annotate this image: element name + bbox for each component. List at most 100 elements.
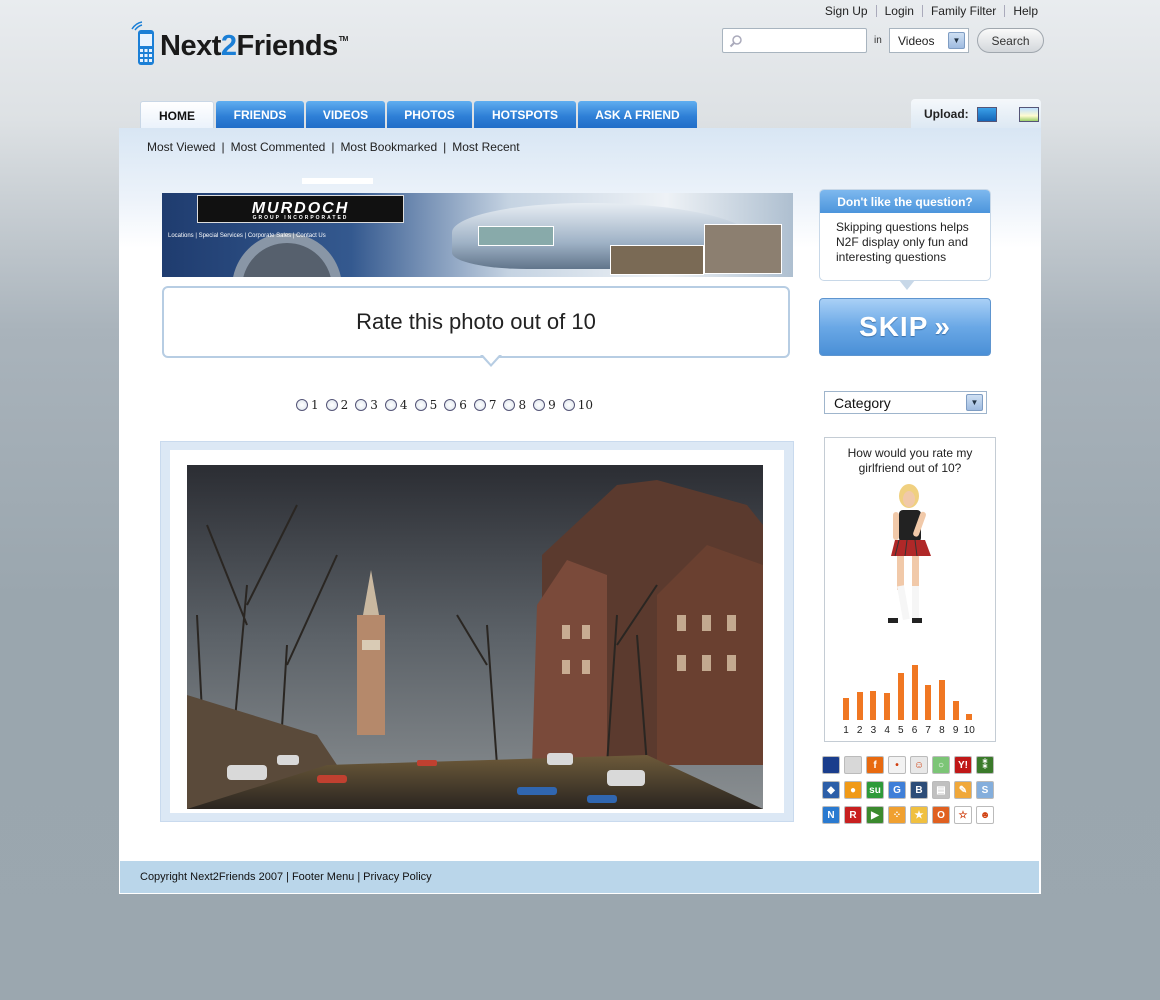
furl-icon[interactable]: f [866,756,884,774]
footer-menu-link[interactable]: Footer Menu [292,871,354,883]
category-select[interactable]: Category ▼ [824,391,987,414]
rating-option-label: 7 [488,398,497,412]
rojo-icon[interactable]: R [844,806,862,824]
digg-icon[interactable] [844,756,862,774]
chart-bar-8 [938,680,945,720]
tab-friends[interactable]: FRIENDS [216,101,304,129]
bluedot-icon[interactable]: B [910,781,928,799]
footer-separator: | [357,871,361,883]
double-chevron-right-icon: » [934,311,951,342]
rated-photo[interactable] [187,465,763,809]
rating-option-5[interactable]: 5 [414,398,437,412]
technorati-icon[interactable]: ☻ [976,806,994,824]
diigo-icon[interactable]: ▶ [866,806,884,824]
family-filter-link[interactable]: Family Filter [921,5,1004,17]
upload-area: Upload: [911,99,1041,129]
rating-option-label: 6 [459,398,467,412]
shadows-icon[interactable]: ✎ [954,781,972,799]
video-upload-icon[interactable] [976,106,997,122]
rating-option-9[interactable]: 9 [533,398,556,412]
rating-option-4[interactable]: 4 [384,398,408,412]
radio-button[interactable] [503,399,516,411]
sub-nav: Most Viewed | Most Commented | Most Bookmark… [147,140,520,154]
dont-like-title: Don't like the question? [820,190,990,213]
tab-home[interactable]: HOME [140,101,214,129]
tab-ask-a-friend[interactable]: ASK A FRIEND [578,101,697,129]
rating-option-label: 9 [548,398,556,412]
rating-option-7[interactable]: 7 [473,398,497,412]
featured-person-image [875,482,945,627]
rating-option-2[interactable]: 2 [325,398,349,412]
social-bookmarks: f • ☺ ○ Y! ⁑ ◆ ● su G B ▤ ✎ S N R ▶ ⁘ ★ O ☆ ☻ [822,756,1004,824]
blinkbits-icon[interactable]: S [976,781,994,799]
top-links: Sign Up Login Family Filter Help [817,5,1038,17]
banner-links: Locations | Special Services | Corporate… [168,233,326,239]
wheel-graphic [232,233,342,277]
banner-logo: MURDOCH GROUP INCORPORATED [197,195,404,223]
feedmarker-icon[interactable]: ⁘ [888,806,906,824]
reddit-icon[interactable]: ☺ [910,756,928,774]
chart-tick-label: 1 [843,725,849,736]
dont-like-body: Skipping questions helps N2F display onl… [836,220,969,264]
newsvine-icon[interactable]: N [822,806,840,824]
signup-link[interactable]: Sign Up [817,5,876,17]
help-link[interactable]: Help [1004,5,1038,17]
radio-button[interactable] [533,399,546,411]
banner-ad[interactable]: MURDOCH GROUP INCORPORATED Locations | S… [162,193,793,277]
photo-upload-icon[interactable] [1018,106,1039,122]
banner-thumb [610,245,704,275]
chart-tick-label: 3 [870,725,877,736]
chart-bar-10 [966,714,973,720]
stumbleupon-icon[interactable]: su [866,781,884,799]
chart-tick-label: 5 [898,725,904,736]
google-icon[interactable]: G [888,781,906,799]
rating-option-label: 2 [340,398,349,412]
radio-button[interactable] [562,399,575,411]
rating-option-6[interactable]: 6 [444,398,467,412]
radio-button[interactable] [384,399,397,411]
subnav-most-commented[interactable]: Most Commented [231,140,326,154]
banner-thumb [704,224,782,274]
simpy-icon[interactable]: ⁑ [976,756,994,774]
delicious-icon[interactable] [822,756,840,774]
copyright-text: Copyright Next2Friends 2007 [140,871,284,883]
tab-hotspots[interactable]: HOTSPOTS [474,101,576,129]
search-button[interactable]: Search [977,28,1044,53]
blogmarks-icon[interactable]: ● [844,781,862,799]
radio-button[interactable] [325,399,338,411]
skip-button[interactable]: SKIP » [819,298,991,356]
rating-option-1[interactable]: 1 [296,398,319,412]
chart-tick-label: 9 [952,725,959,736]
rating-option-3[interactable]: 3 [355,398,378,412]
yahoo-icon[interactable]: Y! [954,756,972,774]
rating-options: 1 2 3 4 5 6 7 8 9 10 [296,398,600,412]
chart-bar-1 [843,698,849,720]
featured-rating-card[interactable]: How would you rate my girlfriend out of … [824,437,996,742]
rating-option-10[interactable]: 10 [562,398,593,412]
ma-gnolia-icon[interactable]: ◆ [822,781,840,799]
login-link[interactable]: Login [875,5,922,17]
site-logo[interactable]: Next2FriendsTM [130,20,348,68]
search-input[interactable] [722,28,867,53]
search-scope-select[interactable]: Videos ▼ [889,28,969,53]
blinklist-icon[interactable]: • [888,756,906,774]
subnav-most-viewed[interactable]: Most Viewed [147,140,215,154]
fav-icon[interactable]: ☆ [954,806,972,824]
radio-button[interactable] [414,399,427,411]
spurl-icon[interactable]: ○ [932,756,950,774]
rawsugar-icon[interactable]: ★ [910,806,928,824]
chart-bar-7 [925,685,932,720]
question-tail-inner [483,355,499,364]
privacy-policy-link[interactable]: Privacy Policy [363,871,431,883]
subnav-most-recent[interactable]: Most Recent [452,140,519,154]
radio-button[interactable] [473,399,486,411]
radio-button[interactable] [355,399,368,411]
radio-button[interactable] [444,399,457,411]
netscape-icon[interactable]: ▤ [932,781,950,799]
oneview-icon[interactable]: O [932,806,950,824]
subnav-most-bookmarked[interactable]: Most Bookmarked [340,140,437,154]
rating-option-8[interactable]: 8 [503,398,526,412]
tab-videos[interactable]: VIDEOS [306,101,385,129]
tab-photos[interactable]: PHOTOS [387,101,472,129]
radio-button[interactable] [296,399,308,411]
